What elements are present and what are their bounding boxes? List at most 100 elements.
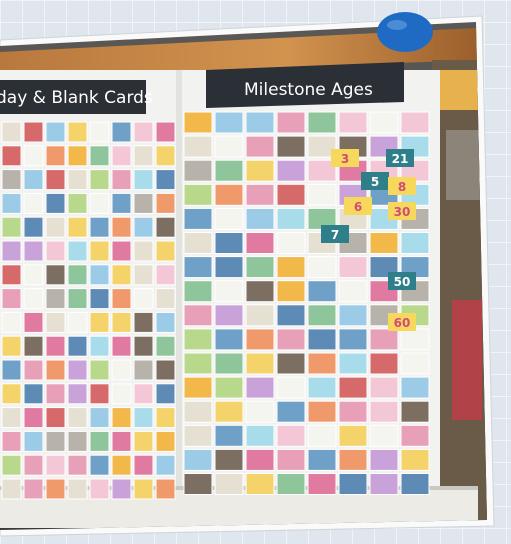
greeting-card <box>214 352 244 375</box>
greeting-card <box>338 352 368 375</box>
greeting-card <box>155 169 176 191</box>
greeting-card <box>338 256 368 279</box>
greeting-card <box>23 383 44 405</box>
milestone-number: 5 <box>371 175 379 189</box>
greeting-card <box>111 216 132 238</box>
greeting-card <box>245 448 275 471</box>
rack-divider <box>176 70 182 500</box>
greeting-card <box>214 207 244 230</box>
greeting-card <box>1 264 22 286</box>
greeting-card <box>67 288 88 310</box>
greeting-card <box>133 264 154 286</box>
greeting-card <box>245 376 275 399</box>
greeting-card <box>23 216 44 238</box>
greeting-card <box>400 400 430 423</box>
greeting-card <box>89 478 110 500</box>
greeting-card <box>155 478 176 500</box>
greeting-card <box>89 311 110 333</box>
greeting-card <box>183 400 213 423</box>
greeting-card <box>214 111 244 134</box>
greeting-card <box>183 304 213 327</box>
greeting-card <box>338 424 368 447</box>
greeting-card <box>155 145 176 167</box>
greeting-card <box>133 407 154 429</box>
greeting-card <box>369 424 399 447</box>
greeting-card <box>369 111 399 134</box>
greeting-card <box>369 352 399 375</box>
greeting-card <box>23 192 44 214</box>
greeting-card <box>111 192 132 214</box>
greeting-card <box>214 183 244 206</box>
greeting-card <box>45 383 66 405</box>
greeting-card <box>400 376 430 399</box>
milestone-number: 60 <box>394 316 411 330</box>
greeting-card <box>155 121 176 143</box>
greeting-card <box>89 121 110 143</box>
greeting-card <box>338 111 368 134</box>
greeting-card <box>45 430 66 452</box>
store-item <box>446 130 482 200</box>
greeting-card <box>133 240 154 262</box>
greeting-card <box>183 159 213 182</box>
greeting-card <box>1 240 22 262</box>
milestone-number: 30 <box>394 205 411 219</box>
greeting-card <box>67 169 88 191</box>
greeting-card <box>245 280 275 303</box>
greeting-card <box>276 111 306 134</box>
greeting-card <box>1 169 22 191</box>
greeting-card <box>133 145 154 167</box>
sign-left-text: day & Blank Cards <box>0 88 153 108</box>
greeting-card <box>338 448 368 471</box>
greeting-card <box>245 135 275 158</box>
greeting-card <box>1 430 22 452</box>
greeting-card <box>245 183 275 206</box>
greeting-card <box>133 430 154 452</box>
greeting-card <box>89 335 110 357</box>
greeting-card <box>89 430 110 452</box>
greeting-card <box>89 383 110 405</box>
greeting-card <box>67 407 88 429</box>
greeting-card <box>369 328 399 351</box>
greeting-card <box>276 256 306 279</box>
greeting-card <box>67 335 88 357</box>
greeting-card <box>155 359 176 381</box>
greeting-card <box>155 288 176 310</box>
greeting-card <box>1 359 22 381</box>
greeting-card <box>276 328 306 351</box>
greeting-card <box>45 169 66 191</box>
greeting-card <box>183 424 213 447</box>
milestone-number: 3 <box>341 152 349 166</box>
greeting-card <box>111 335 132 357</box>
greeting-card <box>1 478 22 500</box>
greeting-card <box>133 192 154 214</box>
greeting-card <box>23 240 44 262</box>
greeting-card <box>400 352 430 375</box>
greeting-card <box>276 352 306 375</box>
greeting-card <box>89 454 110 476</box>
greeting-card <box>1 311 22 333</box>
milestone-number: 6 <box>354 200 362 214</box>
greeting-card <box>400 111 430 134</box>
greeting-card <box>1 288 22 310</box>
greeting-card <box>214 400 244 423</box>
greeting-card <box>23 335 44 357</box>
greeting-card <box>400 328 430 351</box>
greeting-card <box>276 207 306 230</box>
greeting-card <box>276 448 306 471</box>
greeting-card <box>89 145 110 167</box>
greeting-card <box>245 111 275 134</box>
greeting-card <box>67 454 88 476</box>
greeting-card <box>245 304 275 327</box>
greeting-card <box>245 232 275 254</box>
greeting-card <box>133 454 154 476</box>
greeting-card <box>111 478 132 500</box>
greeting-card <box>111 240 132 262</box>
greeting-card <box>276 424 306 447</box>
greeting-card <box>245 352 275 375</box>
greeting-card <box>276 400 306 423</box>
greeting-card <box>183 111 213 134</box>
greeting-card <box>338 376 368 399</box>
milestone-number: 7 <box>331 228 339 242</box>
greeting-card <box>307 400 337 423</box>
greeting-card <box>307 111 337 134</box>
